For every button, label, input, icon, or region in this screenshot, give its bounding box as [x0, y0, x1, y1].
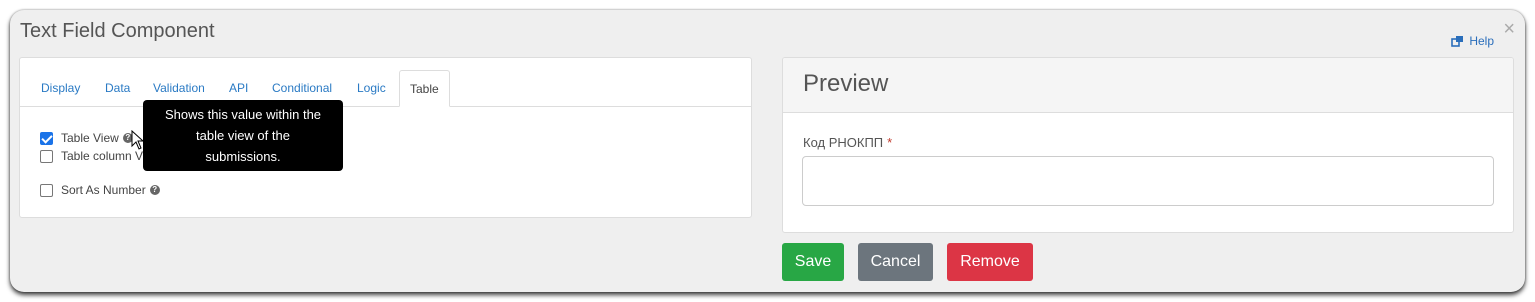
table-column-option: Table column V — [40, 149, 143, 163]
table-column-checkbox[interactable] — [40, 149, 53, 163]
close-icon[interactable]: × — [1503, 19, 1515, 39]
sort-as-number-label: Sort As Number — [61, 183, 146, 197]
preview-header: Preview — [783, 58, 1513, 113]
tab-display[interactable]: Display — [41, 70, 80, 107]
cancel-button[interactable]: Cancel — [858, 243, 933, 281]
tab-data[interactable]: Data — [105, 70, 130, 107]
settings-panel: Display Data Validation API Conditional … — [19, 57, 752, 218]
table-view-option: Table View ? — [40, 131, 133, 145]
tooltip-line: Shows this value within the — [164, 107, 322, 122]
save-button[interactable]: Save — [782, 243, 844, 281]
sort-as-number-checkbox[interactable] — [40, 183, 53, 197]
tooltip-line: table view of the — [196, 128, 290, 143]
mouse-pointer-icon — [131, 130, 145, 150]
field-label: Код РНОКПП * — [803, 135, 892, 150]
settings-tabs: Display Data Validation API Conditional … — [20, 70, 751, 107]
external-link-icon — [1451, 36, 1464, 47]
table-view-checkbox[interactable] — [40, 131, 53, 145]
sort-as-number-option: Sort As Number ? — [40, 183, 160, 197]
field-label-text: Код РНОКПП — [803, 135, 884, 150]
help-label: Help — [1469, 34, 1494, 48]
table-column-label: Table column V — [61, 149, 144, 163]
required-marker: * — [887, 135, 893, 150]
table-view-label: Table View — [61, 131, 119, 145]
rnokpp-input[interactable] — [802, 156, 1494, 206]
tab-table[interactable]: Table — [399, 70, 450, 107]
preview-title: Preview — [803, 70, 889, 97]
remove-button[interactable]: Remove — [947, 243, 1033, 281]
help-link[interactable]: Help — [1451, 34, 1494, 48]
question-circle-icon[interactable]: ? — [149, 185, 160, 195]
tooltip-line: submissions. — [205, 149, 281, 164]
tab-logic[interactable]: Logic — [357, 70, 386, 107]
preview-panel: Preview Код РНОКПП * — [782, 57, 1514, 233]
modal-title: Text Field Component — [20, 20, 215, 42]
table-view-tooltip: Shows this value within the table view o… — [143, 100, 343, 171]
